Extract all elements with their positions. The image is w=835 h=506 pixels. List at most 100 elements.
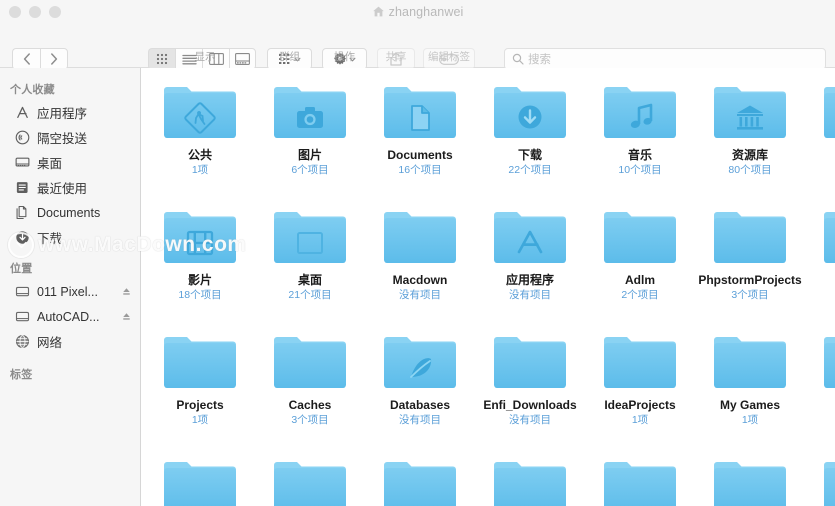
folder-icon [602,332,678,392]
folder-icon [822,457,835,506]
file-item[interactable]: 公共 1项 [145,82,255,207]
view-label: 显示 [194,51,216,63]
home-icon [372,6,384,17]
file-item[interactable]: Projects 1项 [145,332,255,457]
window-title: zhanghanwei [388,4,464,19]
file-item-name: Caches [288,398,332,412]
forward-button[interactable] [40,48,68,70]
file-item[interactable]: 图片 6个项目 [255,82,365,207]
file-item-count: 没有项目 [509,289,551,301]
plain-folder-icon [384,462,456,506]
file-item[interactable] [805,457,835,506]
file-item[interactable]: Foun [805,207,835,332]
plain-folder-icon [714,212,786,263]
sidebar-item-disk-011-pixel[interactable]: 011 Pixel... [0,279,140,304]
file-item[interactable]: Macdown 没有项目 [365,207,475,332]
file-item[interactable]: 资源库 80个项目 [695,82,805,207]
eject-icon[interactable] [122,312,131,321]
sidebar-item-network[interactable]: 网络 [0,329,140,354]
file-item-count: 6个项目 [291,164,329,176]
file-item[interactable] [145,457,255,506]
pictures-camera-icon [274,87,346,138]
document-page-icon [384,87,456,138]
music-note-icon [604,87,676,138]
sidebar-item-label: 最近使用 [37,182,88,196]
back-button[interactable] [12,48,40,70]
zoom-button[interactable] [49,5,61,18]
folder-icon [382,82,458,142]
airdrop-icon [14,130,30,146]
network-icon [14,334,30,350]
search-input[interactable]: 搜索 [504,48,826,70]
sidebar-item-desktop[interactable]: 桌面 [0,150,140,175]
downloads-icon [14,230,30,246]
sidebar-item-airdrop[interactable]: 隔空投送 [0,125,140,150]
file-item[interactable]: Adlm 2个项目 [585,207,695,332]
file-item[interactable]: My Games 1项 [695,332,805,457]
sidebar-item-label: 应用程序 [37,107,88,121]
folder-icon [382,332,458,392]
plain-folder-icon [604,462,676,506]
file-item[interactable] [695,457,805,506]
file-item[interactable] [475,457,585,506]
file-item-name: Databases [389,398,451,412]
folder-icon [272,207,348,267]
file-item-name: My Games [719,398,781,412]
file-item-count: 10个项目 [618,164,662,176]
nav-buttons [12,48,68,70]
folder-icon [162,457,238,506]
file-item[interactable]: PhpstormProjects 3个项目 [695,207,805,332]
file-item[interactable]: Enfi_Downloads 没有项目 [475,332,585,457]
file-item-count: 2个项目 [621,289,659,301]
file-grid-row: Projects 1项 Caches 3个项目 Databases 没有项目 Enfi_Do… [142,332,835,457]
group-by-label: 群组 [279,51,300,63]
file-item[interactable]: New [805,332,835,457]
folder-icon [492,332,568,392]
file-item-count: 18个项目 [178,289,222,301]
file-item-name: Projects [176,398,224,412]
file-item[interactable]: 应用程序 没有项目 [475,207,585,332]
plain-folder-icon [494,462,566,506]
file-item[interactable]: 影片 18个项目 [145,207,255,332]
file-item[interactable] [585,457,695,506]
file-item[interactable]: Caches 3个项目 [255,332,365,457]
chevron-right-icon [51,53,58,65]
file-item[interactable] [255,457,365,506]
sidebar-item-documents[interactable]: Documents [0,200,140,225]
file-item[interactable]: Documents 16个项目 [365,82,475,207]
disk-icon [14,309,30,325]
sidebar: 个人收藏 应用程序 隔空投送 桌面 最近使用 Documents 下载 位置 0… [0,68,141,506]
sidebar-item-downloads[interactable]: 下载 [0,225,140,250]
sidebar-item-applications[interactable]: 应用程序 [0,100,140,125]
window-title-group: zhanghanwei [0,0,835,23]
file-item-count: 没有项目 [399,414,441,426]
folder-icon [712,82,788,142]
file-item-count: 1项 [741,414,759,426]
folder-icon [272,457,348,506]
minimize-button[interactable] [29,5,41,18]
documents-icon [14,205,30,221]
file-item[interactable] [365,457,475,506]
folder-icon [492,457,568,506]
file-item[interactable]: 桌面 21个项目 [255,207,365,332]
sidebar-item-recents[interactable]: 最近使用 [0,175,140,200]
file-item[interactable]: W [805,82,835,207]
file-item[interactable]: 下载 22个项目 [475,82,585,207]
folder-icon [602,207,678,267]
close-button[interactable] [9,5,21,18]
toolbar: 返回/前进 [0,23,835,88]
eject-icon[interactable] [122,287,131,296]
sidebar-item-disk-autocad[interactable]: AutoCAD... [0,304,140,329]
folder-icon [712,207,788,267]
plain-folder-icon [714,337,786,388]
file-item[interactable]: IdeaProjects 1项 [585,332,695,457]
sidebar-item-label: AutoCAD... [37,309,100,324]
file-item-name: 音乐 [627,148,652,162]
file-item[interactable]: 音乐 10个项目 [585,82,695,207]
folder-icon [712,332,788,392]
file-item-count: 80个项目 [728,164,772,176]
search-icon [512,53,524,65]
folder-icon [162,82,238,142]
file-item[interactable]: Databases 没有项目 [365,332,475,457]
file-item-name: 图片 [297,148,322,162]
